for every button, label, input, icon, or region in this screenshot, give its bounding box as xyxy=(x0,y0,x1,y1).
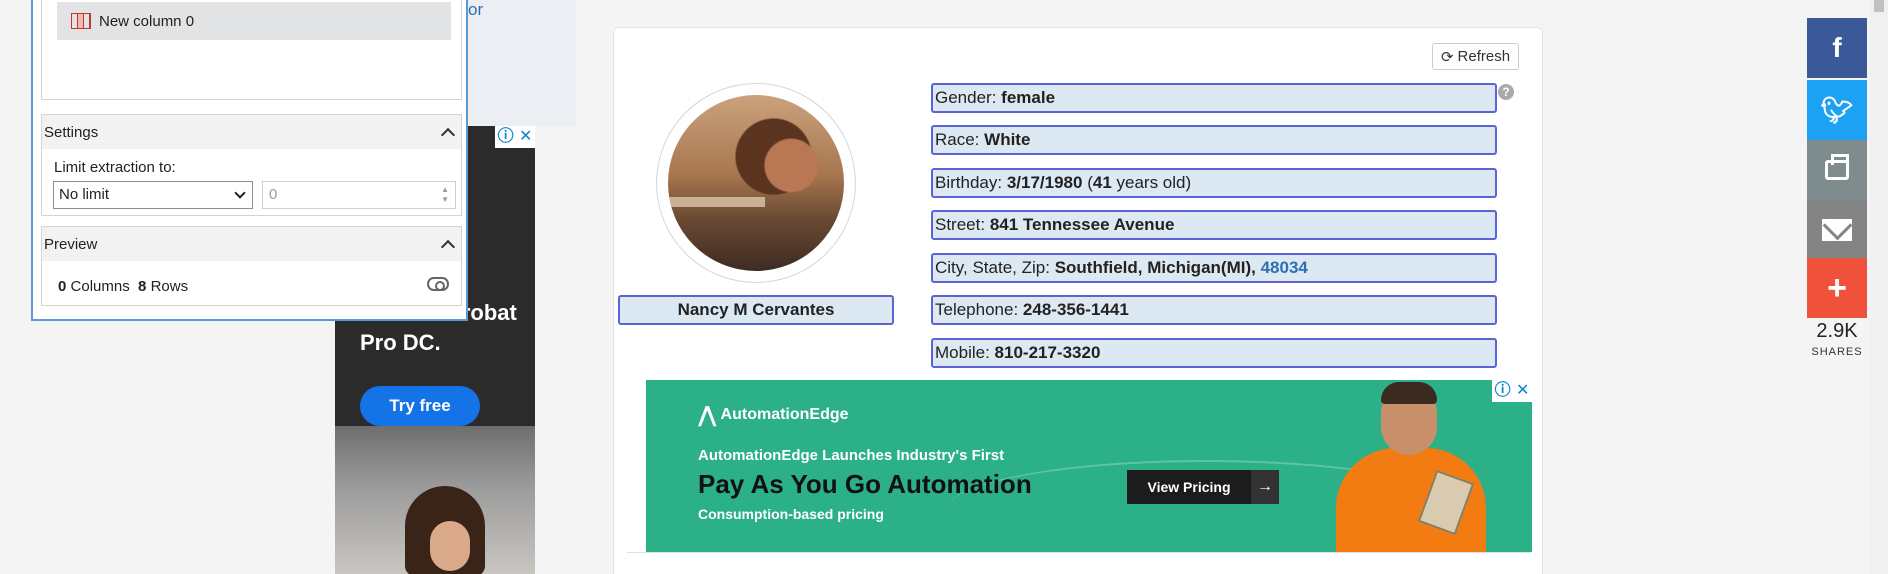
telephone-value: 248-356-1441 xyxy=(1022,300,1129,319)
view-pricing-label: View Pricing xyxy=(1147,479,1231,495)
street-field: Street: 841 Tennessee Avenue xyxy=(931,210,1497,240)
column-list: New column 0 xyxy=(41,0,462,100)
facebook-share-button[interactable]: f xyxy=(1807,18,1867,78)
settings-section: Settings Limit extraction to: No limit 0… xyxy=(41,114,462,216)
more-share-button[interactable]: + xyxy=(1807,258,1867,318)
city-label: City, State, Zip: xyxy=(935,258,1050,277)
ad-person-hair xyxy=(1381,382,1437,404)
refresh-label: Refresh xyxy=(1457,48,1511,65)
mobile-field: Mobile: 810-217-3320 xyxy=(931,338,1497,368)
race-value: White xyxy=(984,130,1031,149)
birthday-label: Birthday: xyxy=(935,173,1003,192)
ad-person-image xyxy=(1316,380,1516,552)
chevron-down-icon xyxy=(234,187,246,199)
column-name: New column 0 xyxy=(99,12,195,30)
automationedge-logo: ⋀ AutomationEdge xyxy=(698,402,849,428)
card-divider xyxy=(627,552,1531,553)
refresh-button[interactable]: ⟳ Refresh xyxy=(1432,43,1519,70)
age-value: 41 xyxy=(1092,173,1112,192)
columns-count: 0 xyxy=(58,278,67,295)
rows-label: Rows xyxy=(150,278,189,295)
avatar xyxy=(668,95,844,271)
automation-ad[interactable]: ⋀ AutomationEdge AutomationEdge Launches… xyxy=(646,380,1532,552)
city-state-zip-field: City, State, Zip: Southfield, Michigan(M… xyxy=(931,253,1497,283)
ad-close-icon[interactable]: ✕ xyxy=(519,129,532,145)
street-label: Street: xyxy=(935,215,986,234)
ad-close-icon[interactable]: ✕ xyxy=(1516,383,1529,399)
columns-label: Columns xyxy=(70,278,130,295)
table-column-icon xyxy=(71,13,91,29)
automationedge-brand: AutomationEdge xyxy=(720,406,849,423)
settings-title: Settings xyxy=(44,123,99,141)
adobe-ad-person-face xyxy=(430,521,470,571)
refresh-icon: ⟳ xyxy=(1440,48,1454,66)
facebook-icon: f xyxy=(1832,32,1842,63)
city-state-value: Southfield, Michigan(MI), xyxy=(1054,258,1256,277)
print-icon xyxy=(1825,154,1849,180)
chevron-up-icon[interactable] xyxy=(440,239,456,254)
preview-header[interactable]: Preview xyxy=(42,227,461,261)
race-label: Race: xyxy=(935,130,980,149)
share-count-label: SHARES xyxy=(1811,346,1863,358)
gender-field: Gender: female xyxy=(931,83,1497,113)
limit-select[interactable]: No limit xyxy=(53,181,253,209)
background-link[interactable]: or xyxy=(468,0,483,20)
rows-count: 8 xyxy=(138,278,147,295)
help-icon[interactable]: ? xyxy=(1498,84,1514,100)
email-icon xyxy=(1822,219,1852,241)
plus-icon: + xyxy=(1827,268,1847,307)
view-pricing-button[interactable]: View Pricing → xyxy=(1127,470,1279,504)
preview-stats: 0 Columns 8 Rows xyxy=(58,278,188,295)
telephone-field: Telephone: 248-356-1441 xyxy=(931,295,1497,325)
automation-ad-headline: Pay As You Go Automation xyxy=(698,469,1032,499)
age-suffix: years old) xyxy=(1116,173,1192,192)
gender-value: female xyxy=(1001,88,1056,107)
mobile-value: 810-217-3320 xyxy=(994,343,1101,362)
email-share-button[interactable] xyxy=(1807,200,1867,260)
scrollbar[interactable] xyxy=(1870,0,1888,574)
person-name: Nancy M Cervantes xyxy=(618,295,894,325)
try-free-button[interactable]: Try free xyxy=(360,386,480,426)
race-field: Race: White xyxy=(931,125,1497,155)
adchoices-info-icon[interactable]: ⓘ xyxy=(498,129,514,145)
gender-label: Gender: xyxy=(935,88,997,107)
adchoices-info-icon[interactable]: ⓘ xyxy=(1495,383,1511,399)
automation-ad-subhead: AutomationEdge Launches Industry's First xyxy=(698,447,1005,464)
eye-icon[interactable] xyxy=(427,277,449,291)
mobile-label: Mobile: xyxy=(935,343,990,362)
automationedge-logo-icon: ⋀ xyxy=(698,402,717,427)
limit-number-input[interactable]: 0 ▲ ▼ xyxy=(262,181,456,209)
zip-link[interactable]: 48034 xyxy=(1261,258,1308,277)
ad-choices[interactable]: ⓘ ✕ xyxy=(1492,380,1532,402)
print-share-button[interactable] xyxy=(1807,140,1867,200)
scrollbar-thumb[interactable] xyxy=(1874,0,1884,12)
extraction-panel: New column 0 Settings Limit extraction t… xyxy=(31,0,468,321)
twitter-share-button[interactable]: 🐦︎ xyxy=(1807,80,1867,140)
twitter-icon: 🐦︎ xyxy=(1820,94,1854,125)
number-spinner-icon[interactable]: ▲ ▼ xyxy=(441,185,449,205)
limit-label: Limit extraction to: xyxy=(54,159,176,176)
birthday-field: Birthday: 3/17/1980 (41 years old) xyxy=(931,168,1497,198)
settings-header[interactable]: Settings xyxy=(42,115,461,149)
preview-section: Preview 0 Columns 8 Rows xyxy=(41,226,462,306)
birthday-value: 3/17/1980 xyxy=(1006,173,1083,192)
limit-number-placeholder: 0 xyxy=(269,186,278,203)
share-count: 2.9K xyxy=(1816,320,1858,342)
ad-choices[interactable]: ⓘ ✕ xyxy=(495,126,535,148)
chevron-up-icon[interactable] xyxy=(440,127,456,142)
column-list-item[interactable]: New column 0 xyxy=(57,2,451,40)
telephone-label: Telephone: xyxy=(935,300,1019,319)
arrow-right-icon: → xyxy=(1251,470,1279,504)
automation-ad-small: Consumption-based pricing xyxy=(698,506,884,522)
preview-title: Preview xyxy=(44,235,98,253)
limit-select-value: No limit xyxy=(59,186,110,203)
street-value: 841 Tennessee Avenue xyxy=(989,215,1175,234)
